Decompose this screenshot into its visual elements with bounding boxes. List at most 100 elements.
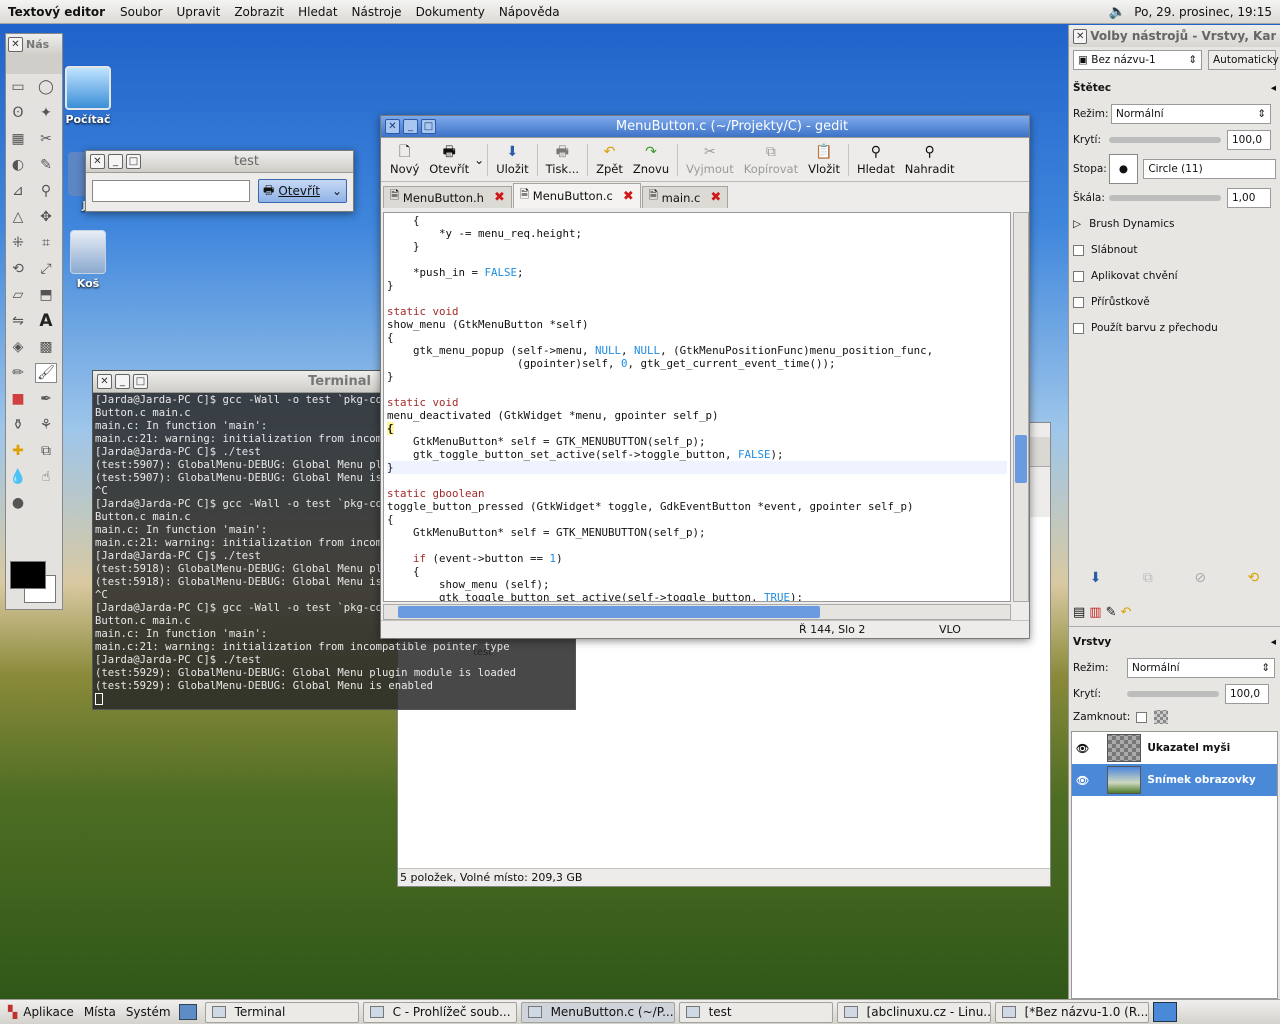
color-swatch[interactable] [10,561,60,605]
save-button[interactable]: ⬇ Uložit [496,144,528,176]
fuzzy-select-icon[interactable]: ✦ [35,103,57,123]
move-icon[interactable]: ✥ [35,207,57,227]
redo-button[interactable]: ↷ Znovu [633,144,669,176]
layer-opacity-slider[interactable] [1127,691,1219,697]
close-icon[interactable]: ✕ [1073,28,1088,44]
menu-aplikace[interactable]: Aplikace [23,1005,74,1019]
menu-dokumenty[interactable]: Dokumenty [409,5,492,19]
align-icon[interactable]: ⁜ [7,233,29,253]
crop-icon[interactable]: ⌗ [35,233,57,253]
print-button[interactable]: 🖶 Tisk... [546,144,579,176]
restore-options-icon[interactable]: ⧉ [1143,570,1153,586]
close-icon[interactable]: ✖ [623,189,634,204]
rotate-icon[interactable]: ⟲ [7,259,29,279]
zoom-icon[interactable]: ⚲ [35,181,57,201]
opacity-slider[interactable] [1109,137,1221,143]
airbrush-icon[interactable]: ✒ [35,389,57,409]
task-gedit[interactable]: MenuButton.c (~/P... [520,1001,675,1023]
scale-slider[interactable] [1109,195,1221,201]
app-menu-title[interactable]: Textový editor [0,5,113,19]
smudge-icon[interactable]: ☝ [35,467,57,487]
copy-button[interactable]: ⧉ Kopírovat [744,144,798,176]
close-icon[interactable]: ✖ [494,190,505,205]
shear-icon[interactable]: ▱ [7,285,29,305]
foreground-select-icon[interactable]: ◐ [7,155,29,175]
collapse-icon[interactable]: ◂ [1271,636,1276,648]
menu-napoveda[interactable]: Nápověda [492,5,567,19]
tab-main-c[interactable]: 🗎 main.c ✖ [641,186,729,208]
text-icon[interactable]: A [35,311,57,331]
menu-upravit[interactable]: Upravit [169,5,227,19]
maximize-icon[interactable]: □ [133,374,148,389]
menu-nastroje[interactable]: Nástroje [345,5,409,19]
clone-icon[interactable]: ⚘ [35,415,57,435]
layer-row[interactable]: 👁 Ukazatel myši [1072,732,1277,764]
blur-icon[interactable]: 💧 [7,467,29,487]
gradient-color-checkbox[interactable] [1073,322,1084,334]
eye-icon[interactable]: 👁 [1076,774,1089,787]
code-editor[interactable]: { *y -= menu_req.height; } *push_in = FA… [383,212,1011,602]
incremental-checkbox[interactable] [1073,296,1084,308]
jitter-checkbox[interactable] [1073,270,1084,282]
close-icon[interactable]: ✖ [710,190,721,205]
menu-hledat[interactable]: Hledat [291,5,344,19]
desktop-trash[interactable]: Koš [56,230,120,290]
chevron-down-icon[interactable]: ⌄ [474,153,484,167]
scale-field[interactable]: 1,00 [1227,188,1271,208]
editor-horizontal-scrollbar[interactable] [383,604,1011,620]
perspective-icon[interactable]: ⬒ [35,285,57,305]
layer-opacity-field[interactable]: 100,0 [1225,684,1269,704]
close-icon[interactable]: ✕ [90,154,105,169]
measure-icon[interactable]: △ [7,207,29,227]
tab-layers[interactable]: ▤ [1073,605,1085,626]
layer-mode-select[interactable]: Normální ⇕ [1127,658,1275,678]
show-desktop-icon[interactable] [178,1004,197,1020]
cut-button[interactable]: ✂ Vyjmout [686,144,734,176]
minimize-icon[interactable]: _ [108,154,123,169]
tab-menubutton-c[interactable]: 🗎 MenuButton.c ✖ [512,183,641,208]
pencil-icon[interactable]: ✏ [7,363,29,383]
tab-menubutton-h[interactable]: 🗎 MenuButton.h ✖ [383,186,512,208]
clock[interactable]: Po, 29. prosinec, 19:15 [1134,5,1272,19]
editor-vertical-scrollbar[interactable] [1013,212,1029,602]
menu-soubor[interactable]: Soubor [113,5,169,19]
image-selector[interactable]: ▣ Bez názvu-1 ⇕ [1073,50,1202,70]
maximize-icon[interactable]: □ [126,154,141,169]
paste-button[interactable]: 📋 Vložit [808,144,840,176]
ellipse-select-icon[interactable]: ◯ [35,77,57,97]
find-button[interactable]: ⚲ Hledat [857,144,895,176]
workspace-switcher[interactable] [1152,1002,1177,1022]
collapse-icon[interactable]: ◂ [1271,82,1276,94]
eraser-icon[interactable]: ■ [7,389,29,409]
color-picker-icon[interactable]: ⊿ [7,181,29,201]
dodge-burn-icon[interactable]: ● [7,493,29,513]
close-icon[interactable]: ✕ [8,36,23,52]
flip-icon[interactable]: ⇋ [7,311,29,331]
layer-row[interactable]: 👁 Snímek obrazovky [1072,764,1277,796]
delete-options-icon[interactable]: ⊘ [1194,570,1206,586]
test-input[interactable] [92,180,250,202]
volume-icon[interactable]: 🔈 [1109,4,1126,20]
minimize-icon[interactable]: _ [403,119,418,134]
task-test[interactable]: test [678,1001,833,1023]
lasso-icon[interactable]: ʘ [7,103,29,123]
task-browser[interactable]: [abclinuxu.cz - Linu... [836,1001,991,1023]
undo-button[interactable]: ↶ Zpět [596,144,623,176]
paint-mode-select[interactable]: Normální ⇕ [1111,104,1271,124]
eye-icon[interactable]: 👁 [1076,742,1089,755]
menu-zobrazit[interactable]: Zobrazit [227,5,291,19]
replace-button[interactable]: ⚲ Nahradit [905,144,955,176]
opacity-field[interactable]: 100,0 [1227,130,1271,150]
fade-checkbox[interactable] [1073,244,1084,256]
menu-system[interactable]: Systém [126,1005,171,1019]
tab-channels[interactable]: ▥ [1089,605,1101,626]
apps-icon[interactable]: ▚ [8,1005,17,1019]
save-options-icon[interactable]: ⬇ [1090,570,1102,586]
new-button[interactable]: 🗋 Nový [390,144,419,176]
perspective-clone-icon[interactable]: ⧉ [35,441,57,461]
lock-checkbox[interactable] [1136,711,1148,723]
reset-options-icon[interactable]: ⟲ [1248,570,1260,586]
ink-icon[interactable]: ⚱ [7,415,29,435]
gradient-icon[interactable]: ▩ [35,337,57,357]
close-icon[interactable]: ✕ [97,374,112,389]
